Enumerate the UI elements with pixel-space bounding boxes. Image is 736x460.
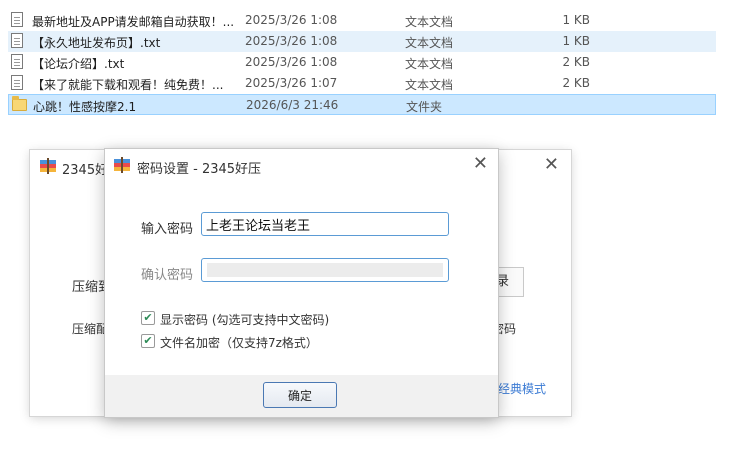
password-label: 输入密码 (141, 222, 194, 237)
folder-row[interactable]: 心跳！性感按摩2.1 2026/6/3 21:46 文件夹 (8, 94, 716, 115)
show-password-checkbox[interactable]: ✔ (141, 311, 155, 325)
file-name: 最新地址及APP请发邮箱自动获取！... (32, 15, 235, 29)
file-list: 最新地址及APP请发邮箱自动获取！... 2025/3/26 1:08 文本文档… (8, 10, 716, 115)
file-name: 【论坛介绍】.txt (32, 57, 125, 71)
file-row[interactable]: 【永久地址发布页】.txt 2025/3/26 1:08 文本文档 1 KB (8, 31, 716, 52)
file-type: 文本文档 (405, 36, 454, 50)
close-icon[interactable]: ✕ (473, 153, 488, 174)
file-size: 1 KB (562, 34, 590, 48)
text-file-icon (11, 75, 25, 91)
file-date: 2026/6/3 21:46 (246, 98, 339, 112)
show-password-label: 显示密码 (勾选可支持中文密码) (160, 313, 330, 327)
close-icon[interactable]: ✕ (544, 154, 559, 175)
dialog-title: 密码设置 - 2345好压 (137, 162, 262, 177)
password-dialog: 密码设置 - 2345好压 ✕ 输入密码 确认密码 ✔ 显示密码 (勾选可支持中… (105, 149, 498, 417)
file-row[interactable]: 【论坛介绍】.txt 2025/3/26 1:08 文本文档 2 KB (8, 52, 716, 73)
file-date: 2025/3/26 1:08 (245, 55, 338, 69)
file-name: 【来了就能下载和观看！纯免费！... (32, 78, 224, 92)
file-name: 【永久地址发布页】.txt (32, 36, 161, 50)
encrypt-filename-label: 文件名加密（仅支持7z格式） (160, 336, 318, 350)
app-logo-icon (40, 158, 56, 174)
file-type: 文本文档 (405, 78, 454, 92)
confirm-password-label: 确认密码 (141, 268, 194, 283)
file-date: 2025/3/26 1:08 (245, 13, 338, 27)
file-row[interactable]: 最新地址及APP请发邮箱自动获取！... 2025/3/26 1:08 文本文档… (8, 10, 716, 31)
file-type: 文本文档 (405, 57, 454, 71)
file-size: 2 KB (562, 76, 590, 90)
password-input[interactable] (201, 212, 449, 236)
text-file-icon (11, 33, 25, 49)
app-logo-icon (114, 157, 130, 173)
file-size: 2 KB (562, 55, 590, 69)
compress-config-label: 压缩配 (72, 322, 109, 336)
ok-button[interactable]: 确定 (263, 382, 337, 408)
file-row[interactable]: 【来了就能下载和观看！纯免费！... 2025/3/26 1:07 文本文档 2… (8, 73, 716, 94)
file-date: 2025/3/26 1:07 (245, 76, 338, 90)
window-title: 2345好 (62, 163, 109, 178)
folder-name: 心跳！性感按摩2.1 (33, 100, 137, 114)
confirm-password-input[interactable] (201, 258, 449, 282)
text-file-icon (11, 54, 25, 70)
file-size: 1 KB (562, 13, 590, 27)
classic-mode-link[interactable]: 经典模式 (498, 380, 546, 397)
file-type: 文件夹 (406, 100, 443, 114)
text-file-icon (11, 12, 25, 28)
folder-icon (12, 96, 27, 113)
file-type: 文本文档 (405, 15, 454, 29)
file-date: 2025/3/26 1:08 (245, 34, 338, 48)
encrypt-filename-checkbox[interactable]: ✔ (141, 334, 155, 348)
